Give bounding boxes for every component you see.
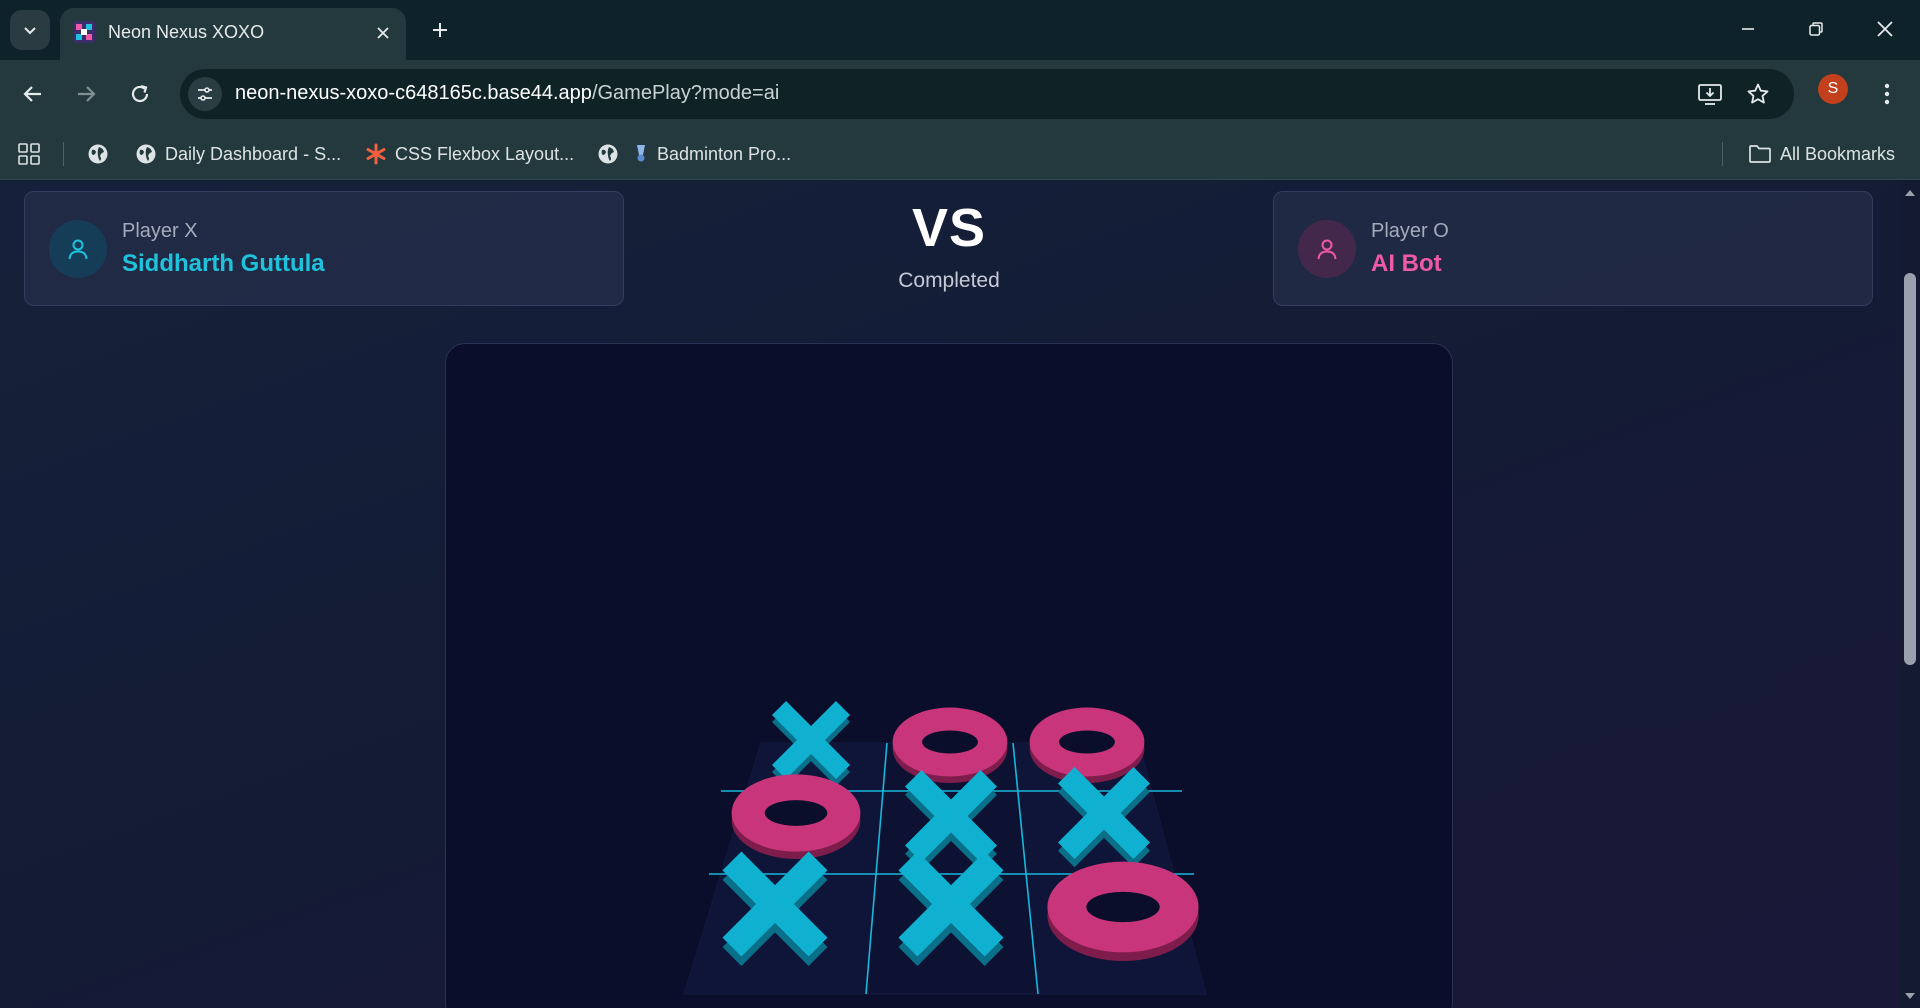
apps-grid-icon bbox=[18, 143, 40, 165]
forward-button[interactable] bbox=[66, 74, 106, 114]
arrow-left-icon bbox=[23, 86, 41, 102]
reload-button[interactable] bbox=[120, 74, 160, 114]
star-icon bbox=[1747, 83, 1769, 104]
player-x-card: Player X Siddharth Guttula bbox=[24, 191, 624, 306]
game-board-panel bbox=[445, 343, 1453, 1008]
player-o-avatar bbox=[1298, 220, 1356, 278]
bookmarks-bar: Daily Dashboard - S... CSS Flexbox Layou… bbox=[0, 128, 1920, 180]
bookmark-globe-2[interactable] bbox=[597, 140, 619, 168]
url-host: neon-nexus-xoxo-c648165c.base44.app bbox=[235, 82, 592, 104]
bookmarks-divider bbox=[1722, 142, 1723, 166]
browser-tab[interactable]: Neon Nexus XOXO bbox=[60, 8, 406, 60]
tab-search-button[interactable] bbox=[10, 10, 50, 50]
minimize-button[interactable] bbox=[1724, 10, 1772, 48]
game-page: Player X Siddharth Guttula VS Completed … bbox=[0, 181, 1900, 1008]
bookmark-star-button[interactable] bbox=[1743, 79, 1773, 109]
app-favicon-icon bbox=[73, 21, 95, 43]
chevron-down-icon bbox=[24, 27, 36, 35]
globe-icon bbox=[598, 144, 618, 164]
game-board-3d[interactable] bbox=[446, 344, 1453, 1008]
url-path: /GamePlay?mode=ai bbox=[591, 82, 780, 104]
bookmark-css-flexbox[interactable]: CSS Flexbox Layout... bbox=[365, 140, 574, 168]
user-icon bbox=[1317, 239, 1337, 260]
url-text: neon-nexus-xoxo-c648165c.base44.app/Game… bbox=[235, 82, 779, 105]
new-tab-button[interactable] bbox=[424, 14, 456, 46]
site-info-button[interactable] bbox=[188, 77, 222, 111]
player-o-name: AI Bot bbox=[1371, 250, 1442, 277]
minimize-icon bbox=[1742, 28, 1754, 30]
asterisk-icon bbox=[366, 143, 386, 165]
bookmark-label: Badminton Pro... bbox=[657, 143, 792, 164]
bookmark-globe[interactable] bbox=[87, 140, 109, 168]
board-cells bbox=[722, 701, 1199, 966]
player-o-card: Player O AI Bot bbox=[1273, 191, 1873, 306]
cell-0-1-o-piece[interactable] bbox=[892, 707, 1008, 783]
scroll-down-arrow-icon[interactable] bbox=[1904, 990, 1916, 1002]
user-icon bbox=[68, 239, 88, 260]
bookmark-label: CSS Flexbox Layout... bbox=[395, 143, 575, 164]
install-app-button[interactable] bbox=[1695, 79, 1725, 109]
profile-avatar[interactable]: S bbox=[1818, 74, 1848, 104]
game-status: Completed bbox=[898, 269, 1000, 292]
close-icon bbox=[1877, 21, 1893, 37]
bookmarks-divider bbox=[63, 142, 64, 166]
plus-icon bbox=[433, 23, 447, 37]
globe-icon bbox=[88, 144, 108, 164]
scroll-up-arrow-icon[interactable] bbox=[1904, 187, 1916, 199]
page-scrollbar[interactable] bbox=[1900, 181, 1920, 1008]
apps-button[interactable] bbox=[18, 140, 40, 168]
restore-icon bbox=[1809, 22, 1823, 36]
bookmark-daily-dashboard[interactable]: Daily Dashboard - S... bbox=[135, 140, 341, 168]
bookmark-label: Daily Dashboard - S... bbox=[165, 143, 342, 164]
tab-title: Neon Nexus XOXO bbox=[108, 22, 265, 42]
all-bookmarks-button[interactable]: All Bookmarks bbox=[1748, 140, 1895, 168]
back-button[interactable] bbox=[13, 74, 53, 114]
player-o-role: Player O bbox=[1371, 220, 1449, 242]
reload-icon bbox=[131, 84, 149, 103]
scroll-thumb[interactable] bbox=[1904, 273, 1916, 665]
tab-close-button[interactable] bbox=[372, 22, 394, 44]
close-window-button[interactable] bbox=[1861, 10, 1909, 48]
player-x-name: Siddharth Guttula bbox=[122, 250, 325, 277]
cell-0-2-o-piece[interactable] bbox=[1029, 707, 1145, 783]
tab-strip: Neon Nexus XOXO bbox=[0, 0, 1920, 60]
cell-1-0-o-piece[interactable] bbox=[731, 774, 861, 859]
folder-icon bbox=[1749, 145, 1771, 163]
player-x-avatar bbox=[49, 220, 107, 278]
tune-icon bbox=[198, 87, 212, 101]
bookmark-badminton[interactable]: Badminton Pro... bbox=[633, 140, 791, 168]
vs-label: VS bbox=[911, 198, 987, 258]
cell-2-2-o-piece[interactable] bbox=[1047, 861, 1199, 961]
shuttlecock-icon bbox=[637, 145, 645, 162]
restore-button[interactable] bbox=[1792, 10, 1840, 48]
install-icon bbox=[1698, 84, 1722, 105]
arrow-right-icon bbox=[78, 86, 96, 102]
globe-icon bbox=[136, 144, 156, 164]
close-icon bbox=[377, 27, 389, 39]
more-vertical-icon bbox=[1884, 83, 1890, 105]
browser-menu-button[interactable] bbox=[1872, 74, 1902, 114]
address-bar[interactable]: neon-nexus-xoxo-c648165c.base44.app/Game… bbox=[180, 69, 1794, 119]
all-bookmarks-label: All Bookmarks bbox=[1780, 143, 1896, 164]
browser-toolbar: neon-nexus-xoxo-c648165c.base44.app/Game… bbox=[0, 60, 1920, 128]
player-x-role: Player X bbox=[122, 220, 198, 242]
